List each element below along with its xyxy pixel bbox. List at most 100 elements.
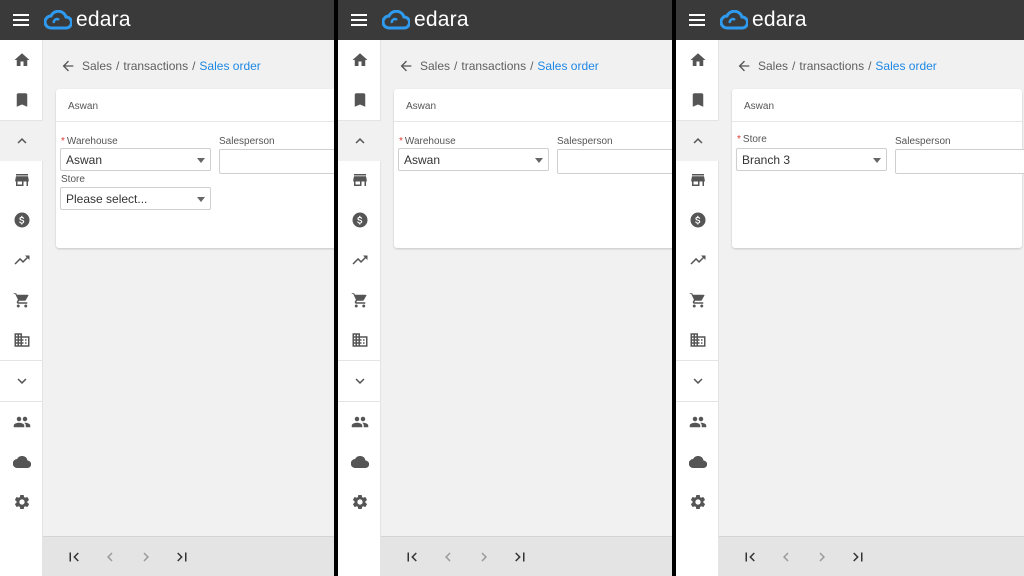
previous-page-button[interactable] (101, 548, 119, 566)
sidebar-expand-down[interactable] (338, 361, 381, 401)
sidebar-settings[interactable] (0, 482, 43, 522)
sidebar-company[interactable] (0, 320, 43, 360)
chevron-down-icon (17, 378, 26, 384)
sidebar-users[interactable] (676, 402, 719, 442)
trending-up-icon (690, 255, 705, 265)
breadcrumb-transactions[interactable]: transactions (461, 59, 526, 73)
dropdown-caret-icon (535, 158, 543, 163)
last-page-button[interactable] (849, 548, 867, 566)
sidebar-company[interactable] (676, 320, 719, 360)
breadcrumb-separator: / (792, 59, 796, 73)
sidebar-home[interactable] (338, 40, 381, 80)
first-page-icon (745, 552, 755, 562)
next-page-button[interactable] (475, 548, 493, 566)
sidebar-users[interactable] (0, 402, 43, 442)
chevron-down-icon (355, 378, 364, 384)
first-page-button[interactable] (65, 548, 83, 566)
salesperson-label: Salesperson (557, 136, 613, 147)
breadcrumb-sales[interactable]: Sales (420, 59, 450, 73)
first-page-button[interactable] (741, 548, 759, 566)
breadcrumb-current-page: Sales order (537, 59, 599, 73)
bookmark-icon (354, 93, 365, 107)
last-page-button[interactable] (511, 548, 529, 566)
sidebar-expand-down[interactable] (676, 361, 719, 401)
app-name: edara (76, 8, 131, 31)
sidebar-collapse-up[interactable] (676, 121, 719, 161)
salesperson-input[interactable] (895, 149, 1024, 174)
sidebar-bookmarks[interactable] (0, 80, 43, 120)
sidebar-settings[interactable] (338, 482, 381, 522)
edara-logo[interactable]: edara (382, 8, 469, 32)
hamburger-menu-icon[interactable] (351, 13, 369, 27)
breadcrumb-sales[interactable]: Sales (82, 59, 112, 73)
sidebar-cloud[interactable] (338, 442, 381, 482)
store-select[interactable]: Branch 3 (736, 148, 887, 171)
store-label-text: Store (742, 134, 767, 145)
sidebar-purchases[interactable] (676, 280, 719, 320)
sidebar (338, 40, 381, 576)
sidebar-collapse-up[interactable] (338, 121, 381, 161)
sidebar-store[interactable] (338, 160, 381, 200)
sidebar-reports[interactable] (676, 240, 719, 280)
first-page-button[interactable] (403, 548, 421, 566)
sidebar-purchases[interactable] (0, 280, 43, 320)
sidebar-finance[interactable] (676, 200, 719, 240)
home-icon (14, 53, 29, 66)
back-arrow-icon[interactable] (736, 58, 752, 74)
sidebar-cloud[interactable] (676, 442, 719, 482)
sidebar-reports[interactable] (0, 240, 43, 280)
dropdown-caret-icon (197, 158, 205, 163)
sales-order-card: Aswan * Store Branch 3 Salesperson (732, 89, 1024, 248)
breadcrumb-transactions[interactable]: transactions (123, 59, 188, 73)
next-page-button[interactable] (813, 548, 831, 566)
gear-icon (352, 494, 367, 510)
sidebar-collapse-up[interactable] (0, 121, 43, 161)
sidebar-company[interactable] (338, 320, 381, 360)
next-page-button[interactable] (137, 548, 155, 566)
trending-up-icon (14, 255, 29, 265)
sidebar-settings[interactable] (676, 482, 719, 522)
previous-page-button[interactable] (439, 548, 457, 566)
sidebar-finance[interactable] (0, 200, 43, 240)
sidebar-bookmarks[interactable] (676, 80, 719, 120)
sidebar-cloud[interactable] (0, 442, 43, 482)
breadcrumb-transactions[interactable]: transactions (799, 59, 864, 73)
edara-logo[interactable]: edara (44, 8, 131, 32)
store-select[interactable]: Please select... (60, 187, 211, 210)
hamburger-menu-icon[interactable] (689, 13, 707, 27)
sales-order-card: Aswan * Warehouse Aswan Salesperson Store… (56, 89, 334, 248)
home-icon (690, 53, 705, 66)
last-page-icon (853, 552, 863, 562)
back-arrow-icon[interactable] (60, 58, 76, 74)
previous-page-button[interactable] (777, 548, 795, 566)
sidebar-purchases[interactable] (338, 280, 381, 320)
dollar-icon (14, 212, 29, 228)
sidebar-store[interactable] (676, 160, 719, 200)
sidebar-reports[interactable] (338, 240, 381, 280)
edara-logo[interactable]: edara (720, 8, 807, 32)
warehouse-select[interactable]: Aswan (398, 148, 549, 171)
store-icon (352, 174, 367, 186)
breadcrumb-sales[interactable]: Sales (758, 59, 788, 73)
dropdown-caret-icon (197, 197, 205, 202)
warehouse-select[interactable]: Aswan (60, 148, 211, 171)
back-arrow-icon[interactable] (398, 58, 414, 74)
sidebar-store[interactable] (0, 160, 43, 200)
previous-page-icon (107, 552, 113, 562)
store-icon (690, 174, 705, 186)
next-page-icon (481, 552, 487, 562)
top-bar: edara (0, 0, 334, 40)
salesperson-input[interactable] (219, 149, 334, 174)
breadcrumb-current-page: Sales order (199, 59, 261, 73)
sidebar-home[interactable] (676, 40, 719, 80)
sidebar-users[interactable] (338, 402, 381, 442)
salesperson-input[interactable] (557, 149, 672, 174)
sidebar-bookmarks[interactable] (338, 80, 381, 120)
sidebar-expand-down[interactable] (0, 361, 43, 401)
hamburger-menu-icon[interactable] (13, 13, 31, 27)
sidebar-home[interactable] (0, 40, 43, 80)
last-page-button[interactable] (173, 548, 191, 566)
sidebar-finance[interactable] (338, 200, 381, 240)
trending-up-icon (352, 255, 367, 265)
salesperson-label: Salesperson (219, 136, 275, 147)
